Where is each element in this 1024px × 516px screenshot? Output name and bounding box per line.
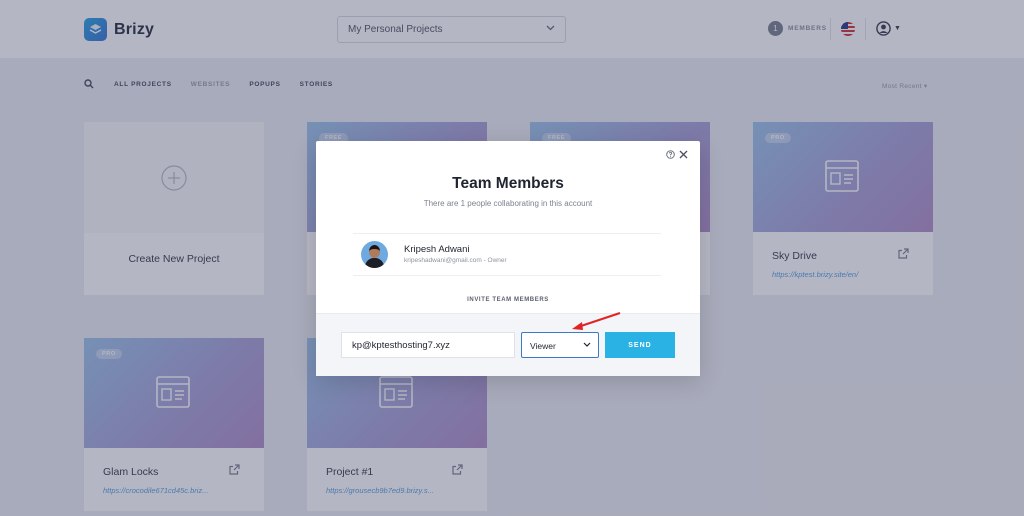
- role-select[interactable]: Viewer: [521, 332, 599, 358]
- modal-title: Team Members: [452, 175, 564, 192]
- close-icon[interactable]: [679, 150, 688, 159]
- invite-label: INVITE TEAM MEMBERS: [467, 297, 549, 303]
- invite-form: Viewer SEND: [316, 313, 700, 376]
- modal-subtitle: There are 1 people collaborating in this…: [423, 199, 593, 208]
- team-members-modal: Team Members There are 1 people collabor…: [316, 141, 700, 376]
- member-email-role: kripeshadwani@gmail.com - Owner: [404, 257, 507, 264]
- modal-actions: [666, 150, 688, 159]
- annotation-arrow-icon: [572, 312, 621, 330]
- help-icon[interactable]: [666, 150, 675, 159]
- member-name: Kripesh Adwani: [404, 244, 470, 255]
- chevron-down-icon: [583, 342, 591, 347]
- member-row: Kripesh Adwani kripeshadwani@gmail.com -…: [353, 233, 661, 276]
- send-invite-button[interactable]: SEND: [605, 332, 675, 358]
- role-select-value: Viewer: [530, 341, 556, 351]
- avatar: [361, 241, 388, 268]
- invite-email-input[interactable]: [341, 332, 515, 358]
